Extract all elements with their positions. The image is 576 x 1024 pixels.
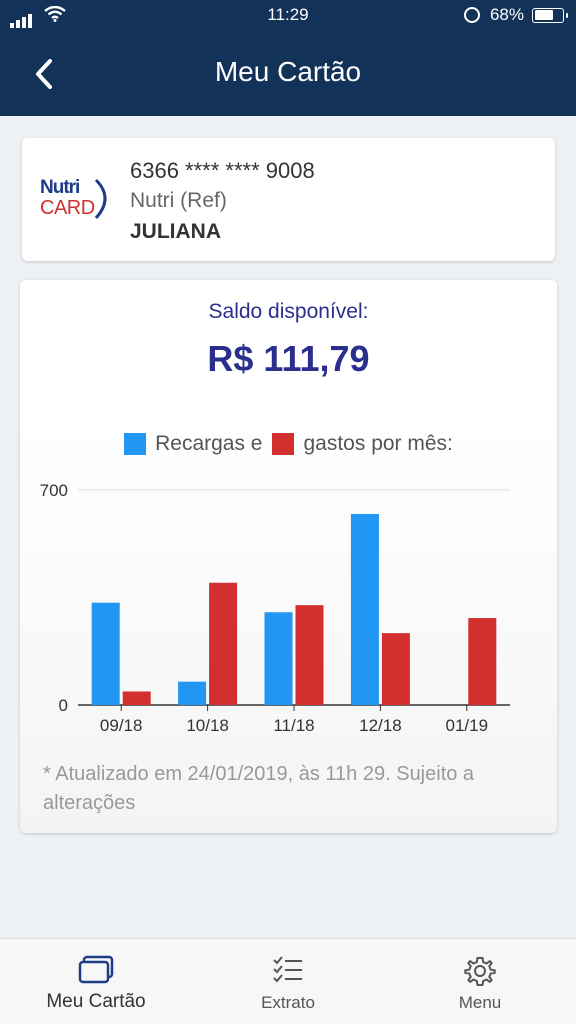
legend-swatch-gastos bbox=[272, 433, 295, 455]
bar-recargas-11-18 bbox=[264, 612, 293, 705]
monthly-bar-chart: 0 700 09/18 10/18 11/18 12/18 01/19 bbox=[40, 481, 510, 735]
legend-item-recargas: Recargas e bbox=[124, 432, 262, 456]
x-tick-label: 11/18 bbox=[273, 716, 314, 735]
balance-value: R$ 111,79 bbox=[207, 338, 370, 379]
bar-recargas-10-18 bbox=[178, 681, 207, 705]
card-number: 6366 **** **** 9008 bbox=[130, 158, 315, 183]
legend-item-gastos: gastos por mês: bbox=[272, 432, 453, 456]
tab-extrato[interactable]: Extrato bbox=[192, 939, 384, 1024]
card-info[interactable]: Nutri CARD 6366 **** **** 9008 Nutri (Re… bbox=[22, 138, 555, 261]
bar-recargas-09-18 bbox=[91, 602, 120, 705]
svg-text:CARD: CARD bbox=[40, 197, 95, 219]
update-footnote: * Atualizado em 24/01/2019, às 11h 29. S… bbox=[43, 763, 475, 814]
y-tick-label: 0 bbox=[59, 696, 68, 715]
y-tick-label: 700 bbox=[40, 481, 68, 500]
page-title: Meu Cartão bbox=[214, 56, 362, 87]
gear-icon bbox=[464, 955, 496, 992]
battery-percent: 68% bbox=[489, 5, 524, 24]
tab-label: Extrato bbox=[261, 993, 315, 1012]
chart-legend: Recargas e gastos por mês: bbox=[20, 432, 557, 456]
battery-icon bbox=[532, 7, 568, 23]
card-icon bbox=[78, 955, 114, 990]
bar-gastos-01-19 bbox=[468, 618, 497, 705]
bar-recargas-12-18 bbox=[350, 513, 379, 705]
balance-card: Saldo disponível: R$ 111,79 Recargas e g… bbox=[20, 280, 557, 833]
app-header: 11:29 68% Meu Cartão bbox=[0, 0, 576, 116]
checklist-icon bbox=[272, 955, 304, 990]
svg-text:Nutri: Nutri bbox=[40, 177, 79, 198]
x-tick-label: 01/19 bbox=[446, 716, 489, 735]
bar-gastos-12-18 bbox=[381, 633, 410, 705]
rotation-lock-icon bbox=[463, 7, 480, 23]
legend-label-gastos: gastos por mês: bbox=[303, 432, 453, 455]
balance-label: Saldo disponível: bbox=[208, 300, 369, 323]
tab-label: Meu Cartão bbox=[46, 991, 146, 1012]
card-holder: JULIANA bbox=[130, 220, 222, 243]
legend-swatch-recargas bbox=[124, 433, 147, 455]
card-type: Nutri (Ref) bbox=[130, 189, 227, 212]
legend-label-recargas: Recargas e bbox=[155, 432, 263, 455]
x-tick-label: 12/18 bbox=[359, 716, 402, 735]
status-bar: 11:29 68% bbox=[0, 0, 576, 32]
nutricard-logo: Nutri CARD bbox=[38, 174, 120, 226]
x-tick-label: 10/18 bbox=[186, 716, 229, 735]
bar-gastos-09-18 bbox=[122, 691, 151, 705]
bar-gastos-11-18 bbox=[295, 605, 324, 705]
tab-label: Menu bbox=[458, 993, 502, 1012]
tab-menu[interactable]: Menu bbox=[384, 939, 576, 1024]
bar-gastos-10-18 bbox=[209, 582, 238, 705]
tab-bar: Meu Cartão Extrato Menu bbox=[0, 938, 576, 1024]
tab-meu-cartao[interactable]: Meu Cartão bbox=[0, 939, 192, 1024]
x-tick-label: 09/18 bbox=[100, 716, 143, 735]
